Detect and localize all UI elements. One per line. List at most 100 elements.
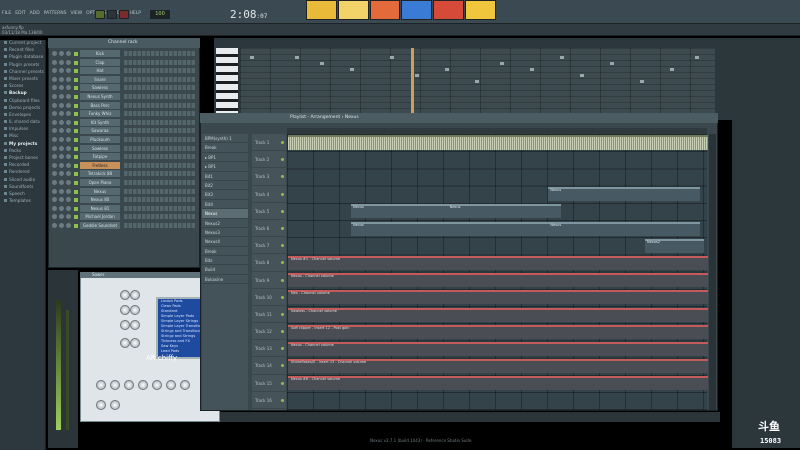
piano-roll-note[interactable] — [295, 56, 299, 59]
channel-knob[interactable] — [66, 94, 71, 99]
channel-knob[interactable] — [52, 119, 57, 125]
channel-knob[interactable] — [59, 145, 64, 151]
stop-button[interactable] — [107, 10, 117, 19]
plugin-knob[interactable] — [120, 305, 130, 315]
pattern-picker-item[interactable]: BPM(synth) 1 — [202, 134, 248, 144]
channel-knob[interactable] — [52, 94, 57, 99]
pattern-picker-item[interactable]: Break — [202, 143, 248, 153]
menu-item-help[interactable]: HELP — [129, 11, 140, 16]
channel-led[interactable] — [74, 69, 78, 74]
bottom-scroll-bar[interactable] — [220, 412, 720, 422]
track-mute-led[interactable] — [281, 347, 284, 351]
track-mute-led[interactable] — [281, 192, 284, 196]
channel-row[interactable]: Pluckuum — [50, 136, 198, 144]
pattern-clip[interactable]: Nexus — [447, 204, 561, 219]
track-header[interactable]: Track 13 — [252, 340, 286, 358]
channel-led[interactable] — [74, 60, 78, 65]
browser-item[interactable]: My projects — [0, 141, 45, 148]
channel-name-button[interactable]: Nexus — [80, 187, 120, 195]
channel-knob[interactable] — [66, 154, 71, 160]
channel-knob[interactable] — [59, 137, 64, 142]
track-mute-led[interactable] — [281, 261, 284, 265]
track-header[interactable]: Track 15 — [252, 375, 286, 392]
channel-led[interactable] — [74, 155, 78, 160]
channel-led[interactable] — [74, 77, 78, 82]
channel-row[interactable]: Nexus — [50, 187, 198, 196]
channel-knob[interactable] — [52, 162, 57, 168]
pattern-clip[interactable]: Nexus — [548, 187, 700, 202]
channel-led[interactable] — [74, 52, 78, 56]
browser-item[interactable]: Channel presets — [0, 69, 45, 76]
channel-knob[interactable] — [59, 128, 64, 134]
channel-row[interactable]: Nexus 80 — [50, 196, 198, 204]
channel-led[interactable] — [74, 103, 78, 108]
channel-knob[interactable] — [66, 197, 71, 203]
channel-knob[interactable] — [66, 137, 71, 142]
playhead-marker[interactable] — [411, 48, 414, 118]
automation-clip[interactable]: Nex - Channel volume — [288, 290, 708, 305]
channel-name-button[interactable]: Michael Jordan — [80, 213, 120, 221]
channel-knob[interactable] — [59, 59, 64, 65]
step-sequencer[interactable] — [124, 68, 196, 74]
automation-clip[interactable]: Nexus #6 - Channel volume — [288, 376, 708, 391]
channel-name-button[interactable]: Kick — [80, 50, 120, 57]
pattern-picker-item[interactable]: Nexus2 — [202, 219, 248, 228]
channel-name-button[interactable]: Geddie Soundset — [80, 222, 120, 229]
preset-browser-screen[interactable]: Lindon Pads Clean Pads Standard Simple Laye… — [156, 297, 202, 359]
step-sequencer[interactable] — [124, 171, 196, 177]
channel-row[interactable]: Fretless — [50, 161, 198, 170]
plugin-knob[interactable] — [130, 338, 140, 348]
plugin-knob[interactable] — [152, 380, 162, 390]
track-mute-led[interactable] — [281, 381, 284, 385]
channel-knob[interactable] — [66, 51, 71, 56]
channel-name-button[interactable]: Fatpipe — [80, 153, 120, 161]
track-mute-led[interactable] — [281, 398, 284, 402]
track-header[interactable]: Track 4 — [252, 186, 286, 203]
channel-knob[interactable] — [66, 205, 71, 211]
pattern-picker-item[interactable]: Nexus4 — [202, 237, 248, 247]
browser-item[interactable]: Backup — [0, 90, 45, 97]
step-sequencer[interactable] — [124, 205, 196, 211]
channel-knob[interactable] — [66, 162, 71, 168]
step-sequencer[interactable] — [124, 111, 196, 117]
pattern-picker-item[interactable]: Build — [202, 265, 248, 275]
track-header[interactable]: Track 16 — [252, 392, 286, 409]
menu-item-patterns[interactable]: PATTERNS — [44, 11, 67, 16]
channel-knob[interactable] — [52, 59, 57, 65]
channel-knob[interactable] — [59, 51, 64, 56]
channel-led[interactable] — [74, 224, 78, 228]
channel-knob[interactable] — [52, 128, 57, 134]
pattern-picker-item[interactable]: ▸ BP1 — [202, 162, 248, 172]
channel-row[interactable]: Funky Whiz — [50, 110, 198, 118]
channel-name-button[interactable]: Pluckuum — [80, 136, 120, 143]
piano-roll-note[interactable] — [475, 80, 479, 83]
channel-row[interactable]: Fatpipe — [50, 153, 198, 161]
browser-item[interactable]: Impulses — [0, 126, 45, 133]
channel-knob[interactable] — [59, 188, 64, 194]
browser-item[interactable]: Plugin database — [0, 54, 45, 61]
channel-knob[interactable] — [66, 128, 71, 134]
channel-led[interactable] — [74, 198, 78, 203]
automation-clip[interactable]: Nexus - Channel volume — [288, 273, 708, 288]
channel-knob[interactable] — [66, 214, 71, 220]
channel-name-button[interactable]: Snare — [80, 75, 120, 83]
channel-knob[interactable] — [66, 111, 71, 117]
channel-name-button[interactable]: Nexus 80 — [80, 196, 120, 204]
pattern-picker-item[interactable]: Bits — [202, 256, 248, 266]
browser-item[interactable]: Clipboard files — [0, 98, 45, 105]
channel-knob[interactable] — [59, 111, 64, 117]
step-sequencer[interactable] — [124, 85, 196, 91]
pattern-clip[interactable]: Nexus — [548, 221, 700, 236]
channel-knob[interactable] — [66, 171, 71, 177]
piano-roll-note[interactable] — [670, 68, 674, 71]
piano-roll-note[interactable] — [580, 74, 584, 77]
step-sequencer[interactable] — [124, 223, 196, 228]
channel-led[interactable] — [74, 163, 78, 168]
tempo-display[interactable]: 100 — [150, 10, 170, 19]
track-header[interactable]: Track 9 — [252, 272, 286, 289]
channel-led[interactable] — [74, 215, 78, 220]
channel-knob[interactable] — [66, 223, 71, 228]
browser-item[interactable]: Recent files — [0, 47, 45, 54]
pattern-picker-item[interactable]: ▸ BP1 — [202, 153, 248, 163]
step-sequencer[interactable] — [124, 119, 196, 125]
